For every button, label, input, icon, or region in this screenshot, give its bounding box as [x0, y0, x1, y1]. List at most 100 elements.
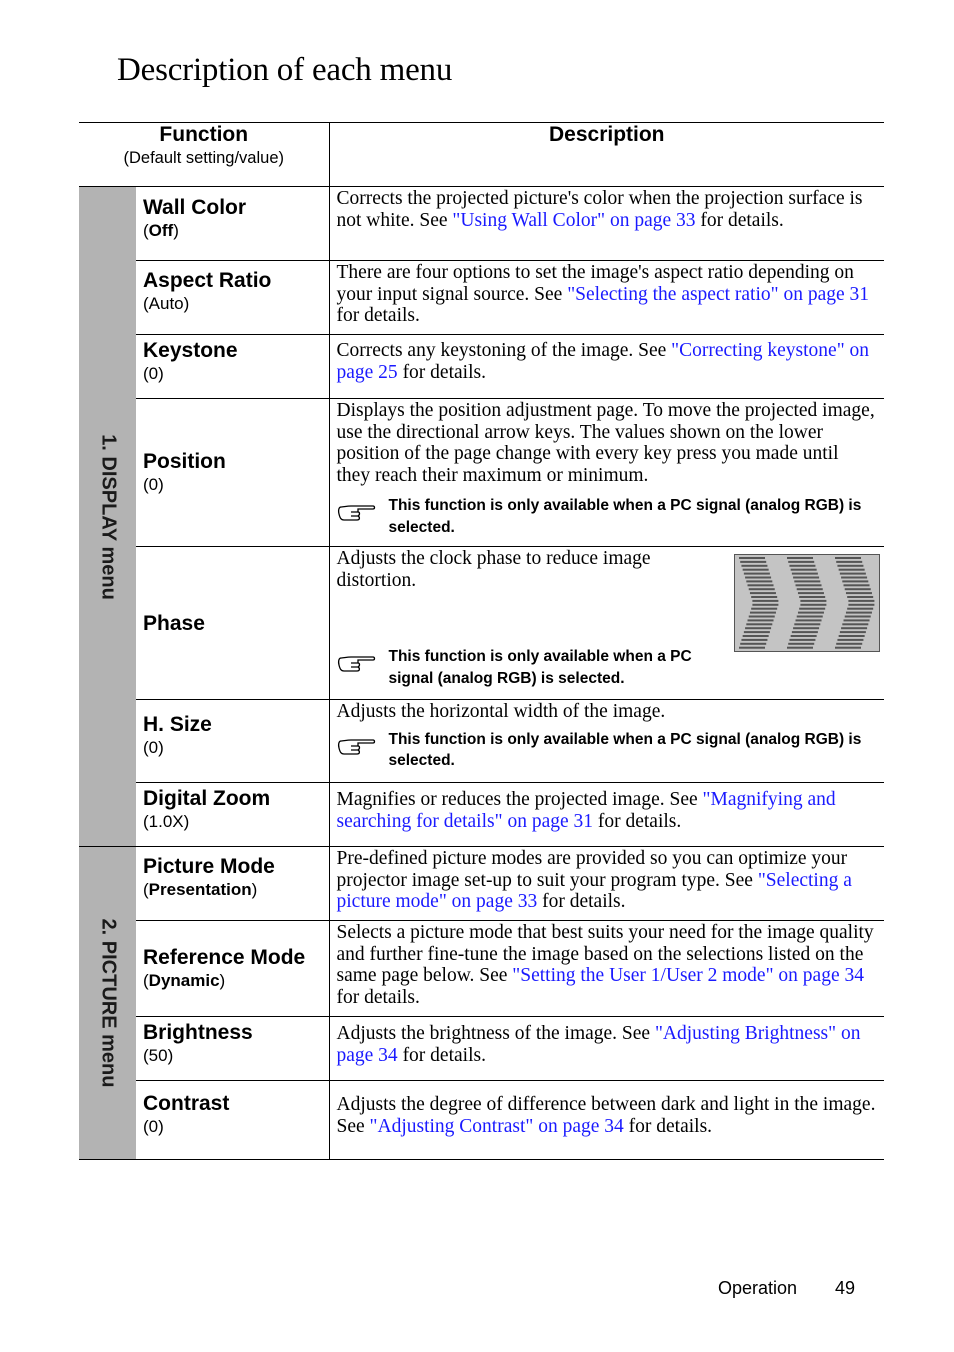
function-default: (Off) — [143, 221, 179, 240]
description-cell: Displays the position adjustment page. T… — [329, 398, 884, 547]
desc-text: for details. — [336, 305, 420, 326]
phase-pattern-line — [794, 580, 821, 583]
phase-pattern-line — [752, 603, 779, 606]
table-row: Position (0) Displays the position adjus… — [79, 398, 884, 547]
description-cell: Corrects the projected picture's color w… — [329, 186, 884, 261]
function-default: (Dynamic) — [143, 971, 226, 990]
description-cell: Adjusts the degree of difference between… — [329, 1080, 884, 1160]
phase-pattern-line — [800, 599, 827, 602]
description-cell: Selects a picture mode that best suits y… — [329, 920, 884, 1017]
phase-pattern-line — [838, 635, 865, 637]
phase-pattern-line — [799, 596, 826, 598]
function-name: Contrast — [143, 1092, 230, 1115]
phase-pattern-line — [790, 568, 817, 571]
desc-text: for details. — [623, 1115, 713, 1137]
function-name: Picture Mode — [143, 855, 275, 878]
page-number: 49 — [835, 1278, 856, 1298]
function-cell: Picture Mode (Presentation) — [136, 846, 330, 921]
phase-pattern-line — [842, 580, 869, 583]
phase-pattern-line — [835, 646, 861, 649]
note-text: This function is only available when a P… — [388, 730, 862, 770]
note: This function is only available when a P… — [337, 729, 877, 772]
menu-description-table: Function (Default setting/value) Descrip… — [79, 122, 884, 1160]
phase-pattern-line — [794, 623, 821, 626]
phase-pattern-line — [743, 631, 770, 634]
phase-pattern-line — [800, 603, 827, 606]
phase-pattern-line — [838, 568, 865, 571]
phase-pattern-line — [789, 564, 816, 567]
phase-pattern-line — [795, 584, 822, 587]
phase-pattern-line — [844, 615, 871, 618]
function-default: (0) — [143, 364, 164, 383]
desc-text: Displays the position adjustment page. T… — [336, 400, 875, 486]
phase-pattern-line — [747, 619, 774, 622]
function-cell: Aspect Ratio (Auto) — [136, 260, 330, 335]
function-default: (0) — [143, 1117, 164, 1136]
function-default: (Presentation) — [143, 880, 258, 899]
page-title: Description of each menu — [117, 52, 453, 88]
phase-pattern-line — [745, 576, 772, 579]
cross-reference-link[interactable]: "Adjusting Contrast" on page 34 — [370, 1116, 624, 1137]
phase-pattern-line — [787, 557, 813, 559]
phase-pattern-line — [793, 627, 820, 630]
phase-pattern-line — [788, 642, 815, 645]
description-cell: Magnifies or reduces the projected image… — [329, 782, 884, 847]
function-name: Reference Mode — [143, 946, 306, 969]
description-cell: Adjusts the brightness of the image. See… — [329, 1016, 884, 1081]
note-text: This function is only available when a P… — [388, 497, 862, 536]
section-label: 2. PICTURE menu — [97, 918, 119, 1088]
function-name: Position — [143, 450, 226, 473]
phase-pattern-line — [746, 580, 773, 583]
table-row: Keystone (0) Corrects any keystoning of … — [79, 334, 884, 399]
phase-pattern-line — [836, 642, 863, 645]
function-name: Digital Zoom — [143, 787, 271, 810]
cross-reference-link[interactable]: "Setting the User 1/User 2 mode" on page… — [512, 965, 864, 986]
phase-pattern-line — [791, 631, 818, 634]
section-label: 1. DISPLAY menu — [97, 433, 119, 600]
desc-text: Magnifies or reduces the projected image… — [336, 789, 703, 810]
phase-pattern-line — [743, 572, 770, 575]
phase-pattern-line — [739, 557, 765, 559]
phase-pattern-line — [749, 592, 776, 595]
phase-pattern-line — [745, 627, 772, 630]
description-cell: There are four options to set the image'… — [329, 260, 884, 335]
cross-reference-link[interactable]: "Selecting the aspect ratio" on page 31 — [567, 284, 869, 305]
table-row: 1. DISPLAY menu Wall Color (Off) Correct… — [79, 186, 884, 847]
phase-pattern-line — [845, 611, 872, 614]
phase-pattern-line — [836, 560, 863, 563]
desc-text: for details. — [593, 810, 682, 832]
phase-pattern-line — [841, 576, 868, 579]
desc-text: for details. — [397, 1044, 486, 1066]
desc-text: Adjusts the clock phase to reduce image … — [336, 548, 651, 591]
function-default: (Auto) — [143, 294, 190, 313]
desc-text: for details. — [537, 891, 626, 912]
table-row: 2. PICTURE menu Picture Mode (Presentati… — [79, 846, 884, 1160]
phase-pattern-line — [740, 642, 767, 645]
phase-pattern-line — [789, 638, 816, 641]
phase-pattern-line — [835, 557, 861, 559]
function-cell: H. Size (0) — [136, 699, 330, 783]
phase-pattern-line — [837, 564, 864, 567]
function-cell: Contrast (0) — [136, 1080, 330, 1160]
footer-section: Operation — [718, 1278, 798, 1298]
phase-pattern-line — [847, 596, 874, 598]
description-cell: Corrects any keystoning of the image. Se… — [329, 334, 884, 399]
note: This function is only available when a P… — [337, 495, 877, 538]
header-function: Function (Default setting/value) — [79, 122, 330, 187]
cross-reference-link[interactable]: "Using Wall Color" on page 33 — [452, 210, 695, 231]
phase-pattern-line — [751, 607, 778, 610]
phase-pattern-line — [797, 592, 824, 595]
function-default: (0) — [143, 738, 164, 757]
desc-text: Corrects any keystoning of the image. Se… — [336, 340, 672, 361]
phase-pattern-line — [788, 560, 815, 563]
function-name: Brightness — [143, 1021, 253, 1044]
phase-pattern-line — [748, 588, 775, 591]
function-default: (0) — [143, 475, 164, 494]
phase-pattern-line — [746, 623, 773, 626]
header-description: Description — [329, 122, 884, 187]
phase-pattern-line — [787, 646, 813, 649]
phase-pattern-line — [742, 635, 769, 637]
phase-pattern-line — [847, 607, 874, 610]
table-row: Reference Mode (Dynamic) Selects a pictu… — [79, 920, 884, 1017]
phase-pattern-line — [841, 627, 868, 630]
